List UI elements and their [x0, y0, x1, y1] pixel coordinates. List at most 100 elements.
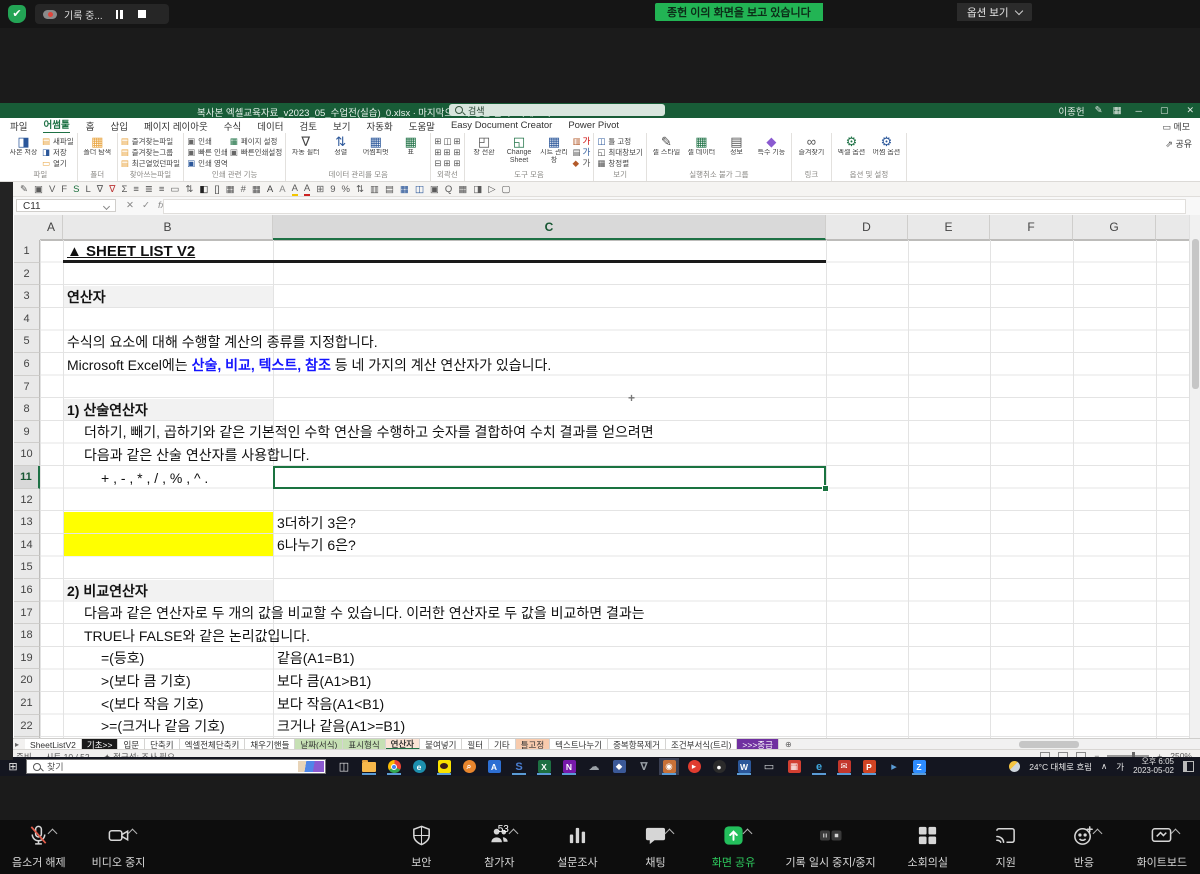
cell-B10[interactable]: 다음과 같은 산술 연산자를 사용합니다.: [84, 445, 310, 465]
row-header-16[interactable]: 16: [14, 579, 40, 602]
ribbon-button[interactable]: 가: [583, 158, 591, 168]
qat-icon-11[interactable]: ≡: [159, 184, 165, 195]
qat-icon-36[interactable]: ▢: [502, 184, 511, 195]
cell-B6[interactable]: Microsoft Excel에는 산술, 비교, 텍스트, 참조 등 네 가지…: [67, 355, 551, 375]
qat-icon-23[interactable]: ⊞: [316, 184, 324, 195]
ribbon-button[interactable]: ◨사본 저장: [7, 134, 40, 157]
ribbon-button[interactable]: ⊟: [434, 158, 441, 168]
ribbon-button[interactable]: ▣인쇄 영역: [187, 158, 228, 168]
row-header-2[interactable]: 2: [14, 263, 40, 286]
share-button[interactable]: ⇗ 공유: [1165, 137, 1192, 150]
start-button[interactable]: ⊞: [0, 760, 26, 773]
support-button[interactable]: 지원: [980, 824, 1032, 870]
recorder-app-icon[interactable]: ◉: [659, 758, 679, 775]
qat-icon-0[interactable]: ✎: [20, 184, 28, 195]
column-header-E[interactable]: E: [908, 215, 990, 240]
qat-icon-29[interactable]: ▦: [400, 184, 409, 195]
row-header-9[interactable]: 9: [14, 421, 40, 444]
qat-icon-14[interactable]: ◧: [199, 184, 208, 195]
ribbon-button[interactable]: ▦시트 관리창: [538, 134, 571, 164]
printer-icon[interactable]: ▭: [759, 758, 779, 775]
menu-tab-0[interactable]: 파일: [10, 119, 27, 133]
excel-icon[interactable]: X: [534, 758, 554, 775]
menu-tab-12[interactable]: Power Pivot: [568, 120, 619, 131]
qat-icon-17[interactable]: #: [241, 184, 246, 195]
qat-icon-26[interactable]: ⇅: [356, 184, 364, 195]
file-explorer-icon[interactable]: [359, 758, 379, 775]
mail-app-icon[interactable]: ✉: [834, 758, 854, 775]
ribbon-button[interactable]: ∇자동 필터: [289, 134, 322, 157]
ribbon-button[interactable]: ⊞: [443, 158, 451, 168]
chrome-icon[interactable]: [384, 758, 404, 775]
ribbon-button[interactable]: ⊞: [453, 136, 460, 146]
row-header-14[interactable]: 14: [14, 534, 40, 557]
tray-expand-caret[interactable]: ∧: [1101, 761, 1107, 772]
confirm-entry-icon[interactable]: ✓: [142, 200, 150, 211]
row-header-13[interactable]: 13: [14, 511, 40, 534]
column-header-G[interactable]: G: [1073, 215, 1156, 240]
fill-handle[interactable]: [822, 485, 829, 492]
row-header-7[interactable]: 7: [14, 376, 40, 399]
cell-B17[interactable]: 다음과 같은 연산자로 두 개의 값을 비교할 수 있습니다. 이러한 연산자로…: [84, 603, 645, 623]
cell-B13[interactable]: [64, 512, 273, 534]
ribbon-button[interactable]: ▦어썸피벗: [359, 134, 392, 157]
powerpoint-icon[interactable]: P: [859, 758, 879, 775]
edge-icon[interactable]: e: [409, 758, 429, 775]
qat-icon-18[interactable]: ▦: [252, 184, 261, 195]
ribbon-button[interactable]: ⇅정렬: [324, 134, 357, 157]
qat-icon-24[interactable]: 9: [330, 184, 335, 195]
qat-icon-27[interactable]: ▥: [370, 184, 379, 195]
task-view-icon[interactable]: ◫: [334, 758, 354, 775]
cell-B3[interactable]: 연산자: [67, 287, 106, 307]
ribbon-button[interactable]: ◫틀 고정: [597, 136, 643, 146]
qat-icon-30[interactable]: ◫: [415, 184, 424, 195]
cell-B22[interactable]: >=(크거나 같음 기호): [101, 716, 225, 736]
cell-C21[interactable]: 보다 작음(A1<B1): [277, 694, 384, 714]
taskbar-clock[interactable]: 오후 6:052023-05-02: [1133, 758, 1174, 775]
menu-tab-2[interactable]: 홈: [86, 119, 95, 133]
cell-B19[interactable]: =(등호): [101, 648, 144, 668]
menu-tab-9[interactable]: 자동화: [366, 119, 392, 133]
qat-icon-20[interactable]: A: [279, 184, 285, 195]
qat-icon-21[interactable]: A: [292, 183, 298, 196]
language-indicator[interactable]: 가: [1116, 761, 1124, 773]
qat-icon-6[interactable]: ∇: [97, 184, 103, 195]
maximize-button[interactable]: ▢: [1156, 105, 1173, 116]
qat-icon-22[interactable]: A: [304, 183, 310, 196]
cell-B5[interactable]: 수식의 요소에 대해 수행할 계산의 종류를 지정합니다.: [67, 332, 378, 352]
column-header-partial[interactable]: [1156, 215, 1190, 240]
user-name[interactable]: 이종헌: [1058, 104, 1084, 118]
ribbon-button[interactable]: ▦셀 데이터: [685, 134, 718, 157]
search-app-icon[interactable]: ⌕: [459, 758, 479, 775]
qat-icon-15[interactable]: []: [214, 184, 219, 195]
cell-B9[interactable]: 더하기, 빼기, 곱하기와 같은 기본적인 수학 연산을 수행하고 숫자를 결합…: [84, 422, 654, 442]
column-header-C[interactable]: C: [273, 215, 826, 240]
kakaotalk-icon[interactable]: [434, 758, 454, 775]
ribbon-button[interactable]: ◱Change Sheet: [503, 134, 536, 164]
cloud-app-icon[interactable]: ☁: [584, 758, 604, 775]
menu-tab-8[interactable]: 보기: [333, 119, 350, 133]
row-header-5[interactable]: 5: [14, 330, 40, 353]
security-app-icon[interactable]: ◆: [609, 758, 629, 775]
ribbon-button[interactable]: ✎셀 스타일: [650, 134, 683, 157]
word-icon[interactable]: W: [734, 758, 754, 775]
qat-icon-8[interactable]: Σ: [121, 184, 127, 195]
cell-C19[interactable]: 같음(A1=B1): [277, 648, 355, 668]
polls-button[interactable]: 설문조사: [551, 824, 603, 870]
menu-tab-6[interactable]: 데이터: [257, 119, 283, 133]
column-header-A[interactable]: A: [40, 215, 63, 240]
qat-icon-7[interactable]: ∇: [109, 184, 115, 195]
select-all-corner[interactable]: [14, 215, 41, 241]
red-app-icon[interactable]: ▦: [784, 758, 804, 775]
ribbon-button[interactable]: ▣인쇄: [187, 136, 228, 146]
youtube-icon[interactable]: ▸: [684, 758, 704, 775]
row-header-17[interactable]: 17: [14, 602, 40, 625]
ribbon-button[interactable]: ⊞: [434, 147, 441, 157]
whiteboard-button[interactable]: 화이트보드: [1136, 824, 1188, 870]
edit-icon[interactable]: ✎: [1095, 105, 1103, 116]
lab-app-icon[interactable]: ∇: [634, 758, 654, 775]
participants-button[interactable]: 53참가자: [473, 824, 525, 870]
photoshop-icon[interactable]: S: [509, 758, 529, 775]
cell-B18[interactable]: TRUE나 FALSE와 같은 논리값입니다.: [84, 626, 310, 646]
chat-button[interactable]: 채팅: [629, 824, 681, 870]
